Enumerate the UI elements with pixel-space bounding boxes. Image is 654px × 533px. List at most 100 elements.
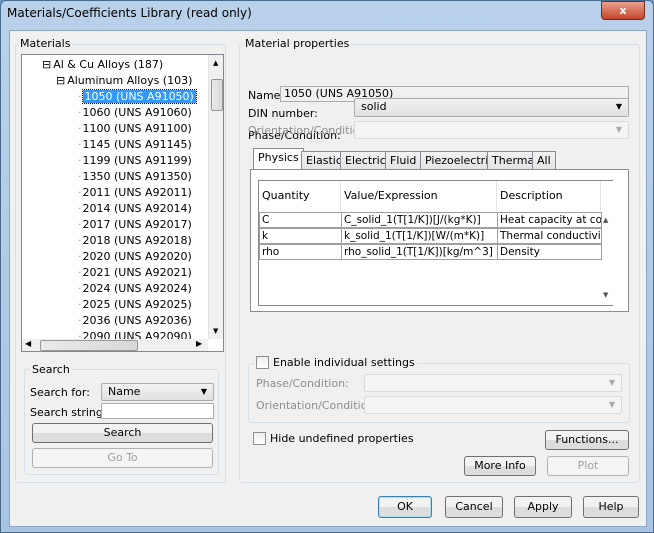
search-for-label: Search for: xyxy=(30,386,90,399)
table-cell[interactable]: Heat capacity at co... xyxy=(497,212,602,228)
scroll-up-icon[interactable]: ▲ xyxy=(603,216,608,224)
tree-item-label: 1199 (UNS A91199) xyxy=(82,154,192,167)
tree-item-label: 1350 (UNS A91350) xyxy=(82,170,192,183)
tree-line-icon: · xyxy=(78,202,82,215)
tree-item[interactable]: ·1145 (UNS A91145) xyxy=(78,137,192,153)
scroll-down-icon[interactable]: ▼ xyxy=(603,291,608,299)
enable-individual-settings-label: Enable individual settings xyxy=(273,356,415,369)
tree-item-label: 2017 (UNS A92017) xyxy=(82,218,192,231)
tree-item[interactable]: ⊟ Al & Cu Alloys (187) xyxy=(42,57,163,73)
tree-item[interactable]: ·1199 (UNS A91199) xyxy=(78,153,192,169)
tab-fluid[interactable]: Fluid xyxy=(385,151,422,170)
tree-item[interactable]: ·1060 (UNS A91060) xyxy=(78,105,192,121)
hide-undefined-checkbox[interactable] xyxy=(253,432,266,445)
tree-item[interactable]: ·1350 (UNS A91350) xyxy=(78,169,192,185)
hide-undefined-properties[interactable]: Hide undefined properties xyxy=(253,432,414,445)
tree-item[interactable]: ·2017 (UNS A92017) xyxy=(78,217,192,233)
individual-phase-dropdown[interactable]: ▼ xyxy=(364,374,622,392)
chevron-down-icon: ▼ xyxy=(200,387,207,396)
tree-item[interactable]: ·2011 (UNS A92011) xyxy=(78,185,192,201)
table-cell[interactable]: Thermal conductivity xyxy=(497,228,602,244)
orientation-condition-label: Orientation/Condition: xyxy=(248,124,371,137)
table-cell[interactable]: rho xyxy=(259,244,342,260)
tree-item[interactable]: ·1100 (UNS A91100) xyxy=(78,121,192,137)
scroll-up-icon[interactable]: ▲ xyxy=(213,59,218,67)
tree-line-icon: · xyxy=(78,122,82,135)
tree-horizontal-scrollbar[interactable]: ◀ ▶ xyxy=(22,339,208,351)
tree-item[interactable]: ·2036 (UNS A92036) xyxy=(78,313,192,329)
dialog-window: Materials/Coefficients Library (read onl… xyxy=(0,0,654,533)
tree-item-label: 1100 (UNS A91100) xyxy=(82,122,192,135)
table-cell[interactable]: k_solid_1(T[1/K])[W/(m*K)] xyxy=(341,228,498,244)
tree-vertical-scrollbar[interactable]: ▲ ▼ xyxy=(208,55,223,339)
ok-button[interactable]: OK xyxy=(378,496,432,518)
table-cell[interactable]: C xyxy=(259,212,342,228)
individual-orientation-dropdown[interactable]: ▼ xyxy=(364,396,622,414)
tree-item[interactable]: ·2024 (UNS A92024) xyxy=(78,281,192,297)
more-info-button[interactable]: More Info xyxy=(464,456,536,476)
search-for-dropdown[interactable]: Name ▼ xyxy=(101,383,214,401)
materials-tree[interactable]: ·2117 (UNS A92117)·2090 (UNS A92090)·203… xyxy=(21,54,224,352)
search-button[interactable]: Search xyxy=(32,423,213,443)
tree-line-icon: · xyxy=(78,154,82,167)
scroll-thumb[interactable] xyxy=(211,79,223,111)
orientation-condition-dropdown[interactable]: ▼ xyxy=(354,121,629,139)
tree-item-label: 2011 (UNS A92011) xyxy=(82,186,192,199)
tree-item[interactable]: ·2025 (UNS A92025) xyxy=(78,297,192,313)
tree-line-icon: · xyxy=(78,250,82,263)
tree-item-label: Aluminum Alloys (103) xyxy=(67,74,193,87)
tree-item-label: 2018 (UNS A92018) xyxy=(82,234,192,247)
close-button[interactable]: x xyxy=(601,1,645,20)
table-cell[interactable]: k xyxy=(259,228,342,244)
tree-item[interactable]: ·2018 (UNS A92018) xyxy=(78,233,192,249)
goto-button[interactable]: Go To xyxy=(32,448,213,468)
tree-item[interactable]: · 1050 (UNS A91050) xyxy=(78,89,197,105)
table-cell[interactable]: C_solid_1(T[1/K])[J/(kg*K)] xyxy=(341,212,498,228)
scroll-down-icon[interactable]: ▼ xyxy=(213,327,218,335)
collapse-icon[interactable]: ⊟ xyxy=(56,74,65,87)
enable-individual-settings-checkbox[interactable] xyxy=(256,356,269,369)
phase-condition-value: solid xyxy=(361,100,387,113)
tree-item[interactable]: ·2021 (UNS A92021) xyxy=(78,265,192,281)
tab-physics[interactable]: Physics xyxy=(253,148,304,171)
column-header[interactable]: Value/Expression xyxy=(341,181,497,211)
properties-table: ▲ ▼ Quantity Value/Expression Description C… xyxy=(258,180,613,306)
tree-item[interactable]: ·2020 (UNS A92020) xyxy=(78,249,192,265)
column-header[interactable]: Quantity xyxy=(259,181,341,211)
plot-button[interactable]: Plot xyxy=(547,456,629,476)
chevron-down-icon: ▼ xyxy=(615,125,622,134)
table-cell[interactable]: rho_solid_1(T[1/K])[kg/m^3] xyxy=(341,244,498,260)
table-cell[interactable]: Density xyxy=(497,244,602,260)
chevron-down-icon: ▼ xyxy=(608,378,615,387)
search-for-value: Name xyxy=(108,385,141,398)
tree-line-icon: · xyxy=(78,90,82,103)
search-group-label: Search xyxy=(30,363,72,376)
cancel-button[interactable]: Cancel xyxy=(445,496,503,518)
tree-line-icon: · xyxy=(78,266,82,279)
individual-orientation-label: Orientation/Condition: xyxy=(256,399,379,412)
materials-group-label: Materials xyxy=(18,37,73,50)
tree-item-label: 1060 (UNS A91060) xyxy=(82,106,192,119)
individual-settings-group xyxy=(248,363,630,423)
name-label: Name: xyxy=(248,89,285,102)
tab-electric[interactable]: Electric xyxy=(340,151,391,170)
table-scrollbar[interactable]: ▲ ▼ xyxy=(601,181,613,305)
functions-button[interactable]: Functions... xyxy=(545,430,629,450)
hide-undefined-label: Hide undefined properties xyxy=(270,432,414,445)
material-properties-label: Material properties xyxy=(243,37,352,50)
enable-individual-settings[interactable]: Enable individual settings xyxy=(254,356,417,369)
tree-item[interactable]: ⊟ Aluminum Alloys (103) xyxy=(56,73,192,89)
search-string-input[interactable] xyxy=(101,403,214,419)
scroll-right-icon[interactable]: ▶ xyxy=(196,339,202,348)
phase-condition-dropdown[interactable]: solid ▼ xyxy=(354,98,629,117)
help-button[interactable]: Help xyxy=(583,496,639,518)
hscroll-thumb[interactable] xyxy=(40,340,138,351)
tree-line-icon: · xyxy=(78,282,82,295)
tree-line-icon: · xyxy=(78,170,82,183)
collapse-icon[interactable]: ⊟ xyxy=(42,58,51,71)
tree-item[interactable]: ·2014 (UNS A92014) xyxy=(78,201,192,217)
apply-button[interactable]: Apply xyxy=(514,496,572,518)
scroll-left-icon[interactable]: ◀ xyxy=(25,339,31,348)
column-header[interactable]: Description xyxy=(497,181,601,211)
tab-all[interactable]: All xyxy=(532,151,556,170)
